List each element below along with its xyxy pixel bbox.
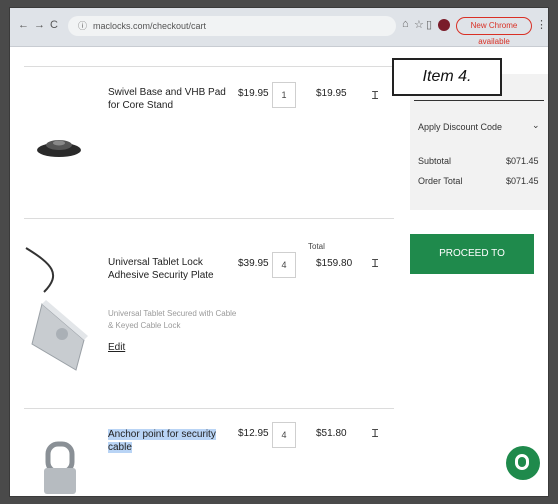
subtotal-label: Subtotal [418,156,452,166]
address-bar[interactable]: ⓘ maclocks.com/checkout/cart [68,16,396,36]
annotation-callout: Item 4. [392,58,502,96]
line-total: $51.80 [316,428,347,439]
product-name[interactable]: Anchor point for security cable [108,428,228,454]
browser-toolbar: ← → C ⓘ maclocks.com/checkout/cart ⌂ ☆ ▯ … [10,8,548,47]
reload-icon[interactable]: C [50,19,58,31]
remove-item-icon[interactable]: Ɪ [372,426,378,441]
edit-item-link[interactable]: Edit [108,342,125,353]
forward-icon[interactable]: → [34,19,45,31]
product-option-line: Universal Tablet Secured with Cable [108,309,237,318]
chat-icon [515,454,529,470]
line-total: $19.95 [316,88,347,99]
swivel-base-image[interactable] [34,136,84,158]
chat-widget-button[interactable] [506,446,540,480]
bookmark-star-icon[interactable]: ☆ [414,18,424,31]
browser-menu-icon[interactable]: ⋮ [536,18,547,31]
site-info-icon[interactable]: ⓘ [78,21,87,31]
quantity-input[interactable]: 4 [272,422,296,448]
unit-price: $12.95 [238,428,269,439]
row-divider [24,218,394,219]
order-total-value: $071.45 [506,176,539,186]
sidebar-icon[interactable]: ▯ [426,18,432,31]
chrome-update-button[interactable]: New Chrome available [456,17,532,46]
quantity-input[interactable]: 1 [272,82,296,108]
proceed-to-checkout-button[interactable]: PROCEED TO CHECKOUT [410,234,534,299]
order-total-label: Order Total [418,176,463,186]
discount-code-toggle[interactable]: Apply Discount Code [418,122,502,132]
back-icon[interactable]: ← [18,19,29,31]
total-label: Total [308,242,325,251]
line-total: $159.80 [316,258,353,269]
unit-price: $39.95 [238,258,269,269]
remove-item-icon[interactable]: Ɪ [372,88,378,103]
subtotal-value: $071.45 [506,156,539,166]
product-option-line: & Keyed Cable Lock [108,321,181,330]
summary-divider [414,100,544,101]
unit-price: $19.95 [238,88,269,99]
row-divider [24,408,394,409]
url-text: maclocks.com/checkout/cart [93,21,207,31]
share-icon[interactable]: ⌂ [402,18,409,30]
profile-avatar[interactable] [438,19,450,31]
product-name[interactable]: Universal Tablet Lock Adhesive Security … [108,256,228,282]
quantity-input[interactable]: 4 [272,252,296,278]
chevron-down-icon[interactable]: ⌄ [532,120,540,131]
browser-window: ← → C ⓘ maclocks.com/checkout/cart ⌂ ☆ ▯ … [10,8,548,496]
product-name[interactable]: Swivel Base and VHB Pad for Core Stand [108,86,228,112]
remove-item-icon[interactable]: Ɪ [372,256,378,271]
selected-text: Anchor point for security cable [108,429,216,453]
row-divider [24,66,394,67]
tablet-lock-plate-image[interactable] [22,244,100,374]
anchor-point-image[interactable] [40,440,80,496]
